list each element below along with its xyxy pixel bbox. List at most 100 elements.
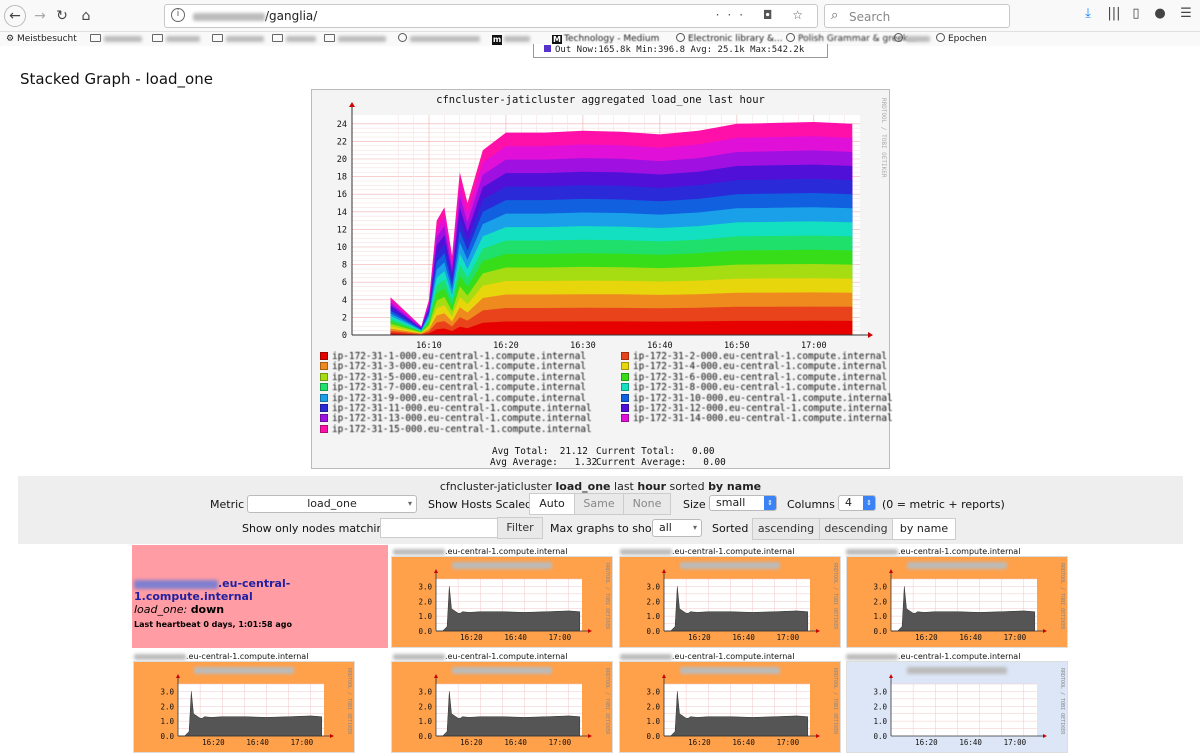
forward-icon[interactable]: → <box>30 6 50 26</box>
menu-icon[interactable]: ☰ <box>1176 6 1196 21</box>
y-tick-label: 16 <box>337 190 347 200</box>
download-icon[interactable]: ⤓ <box>1078 6 1098 21</box>
scaled-auto-button[interactable]: Auto <box>529 493 575 515</box>
metric-label: Metric <box>210 498 245 511</box>
x-axis-arrow <box>588 734 592 738</box>
browser-toolbar: ← → ↻ ⌂ i /ganglia/ ··· ◘ ☆ ⌕ Search ⤓ |… <box>0 0 1200 32</box>
globe-icon <box>894 33 903 42</box>
host-tile-label[interactable]: .eu-central-1.compute.internal <box>846 547 1020 556</box>
y-tick-label: 1.0 <box>873 717 887 726</box>
home-icon[interactable]: ⌂ <box>76 6 96 26</box>
x-tick-label: 16:40 <box>504 633 527 642</box>
y-tick-label: 2.0 <box>418 702 432 711</box>
host-suffix: .eu-central-1.compute.internal <box>898 652 1021 661</box>
sort-ascending-button[interactable]: ascending <box>752 518 820 540</box>
sorted-label: Sorted <box>712 522 749 535</box>
url-bar[interactable]: i /ganglia/ ··· ◘ ☆ <box>164 4 818 28</box>
back-icon[interactable]: ← <box>4 5 26 27</box>
y-axis-arrow <box>662 569 666 573</box>
y-tick-label: 2.0 <box>646 597 660 606</box>
y-tick-label: 2.0 <box>873 597 887 606</box>
x-axis-arrow <box>1043 629 1047 633</box>
bookmark-meistbesucht[interactable]: ⚙ Meistbesucht <box>6 32 77 46</box>
max-graphs-label: Max graphs to show <box>550 522 661 535</box>
bookmark-link[interactable] <box>398 32 480 46</box>
max-graphs-select[interactable]: all ▾ <box>652 519 702 537</box>
size-select[interactable]: small ⇕ <box>709 495 777 511</box>
y-tick-label: 1.0 <box>646 717 660 726</box>
down-metric: load_one: <box>134 603 188 616</box>
bookmark-epochen[interactable]: Epochen <box>936 32 987 46</box>
x-tick-label: 17:00 <box>777 633 800 642</box>
down-host-card[interactable]: .eu-central-1.compute.internal load_one:… <box>132 545 388 648</box>
page-actions-icon[interactable]: ··· ◘ ☆ <box>716 8 811 22</box>
metric-select[interactable]: load_one ▾ <box>247 495 417 513</box>
bookmark-folder[interactable] <box>90 32 142 46</box>
bookmark-folder[interactable] <box>152 32 200 46</box>
x-tick-label: 16:30 <box>570 341 596 351</box>
columns-value: 4 <box>845 496 852 509</box>
host-graph-tile[interactable]: RRDTOOL / TOBI OETIKER 3.0 2.0 1.0 0.0 16:20 1… <box>133 661 355 753</box>
host-graph-tile[interactable]: RRDTOOL / TOBI OETIKER 3.0 2.0 1.0 0.0 16:20 1… <box>391 661 613 753</box>
legend-swatch <box>320 352 328 360</box>
columns-select[interactable]: 4 ⇕ <box>838 495 876 511</box>
x-tick-label: 16:20 <box>688 738 711 747</box>
columns-note: (0 = metric + reports) <box>882 498 1005 511</box>
x-tick-label: 16:40 <box>732 633 755 642</box>
host-tile-label[interactable]: .eu-central-1.compute.internal <box>393 652 567 661</box>
host-graph-tile[interactable]: RRDTOOL / TOBI OETIKER 3.0 2.0 1.0 0.0 16:20 1… <box>846 556 1068 648</box>
x-tick-label: 16:40 <box>647 341 673 351</box>
page-title: Stacked Graph - load_one <box>20 70 213 88</box>
x-tick-label: 17:00 <box>291 738 314 747</box>
bookmark-folder[interactable] <box>272 32 316 46</box>
filter-button[interactable]: Filter <box>497 517 543 539</box>
x-axis-arrow <box>588 629 592 633</box>
filter-input[interactable] <box>380 518 498 538</box>
tile-chart: 3.02.01.00.016:20 16:40 17:00 <box>873 569 1047 642</box>
y-tick-label: 2.0 <box>160 702 174 711</box>
globe-icon <box>936 33 945 42</box>
sort-by-name-button[interactable]: by name <box>892 518 956 540</box>
x-tick-label: 17:00 <box>777 738 800 747</box>
host-graph-tile[interactable]: RRDTOOL / TOBI OETIKER 3.0 2.0 1.0 0.0 16:20 1… <box>391 556 613 648</box>
x-axis-arrow <box>330 734 334 738</box>
scaled-same-button[interactable]: Same <box>574 493 624 515</box>
tile-chart: 3.02.01.00.016:20 16:40 17:00 <box>418 569 592 642</box>
host-tile-label[interactable]: .eu-central-1.compute.internal <box>393 547 567 556</box>
host-graph-tile[interactable]: RRDTOOL / TOBI OETIKER 3.0 2.0 1.0 0.0 16:20 1… <box>619 556 841 648</box>
x-axis-arrow <box>868 332 873 338</box>
controls-heading: cfncluster-jaticluster load_one last hou… <box>18 480 1183 493</box>
host-tile-label[interactable]: .eu-central-1.compute.internal <box>620 652 794 661</box>
x-tick-label: 16:20 <box>915 738 938 747</box>
tile-chart: 3.02.01.00.016:20 16:40 17:00 <box>160 674 334 747</box>
library-icon[interactable]: ||| <box>1104 6 1124 21</box>
bookmark-folder[interactable] <box>212 32 264 46</box>
search-placeholder: Search <box>849 10 891 24</box>
host-suffix: .eu-central-1.compute.internal <box>186 652 309 661</box>
bookmark-link[interactable] <box>894 32 930 46</box>
host-graph-tile[interactable]: RRDTOOL / TOBI OETIKER 3.0 2.0 1.0 0.0 16:20 1… <box>619 661 841 753</box>
legend-swatch <box>320 414 328 423</box>
x-tick-label: 16:40 <box>504 738 527 747</box>
sidebar-icon[interactable]: ▯ <box>1126 6 1146 21</box>
legend-swatch <box>320 424 328 433</box>
host-tile-label[interactable]: .eu-central-1.compute.internal <box>134 652 308 661</box>
host-tile-label[interactable]: .eu-central-1.compute.internal <box>620 547 794 556</box>
sort-descending-button[interactable]: descending <box>819 518 893 540</box>
bookmark-folder[interactable] <box>324 32 386 46</box>
scaled-none-button[interactable]: None <box>623 493 671 515</box>
host-graph-tile[interactable]: RRDTOOL / TOBI OETIKER 3.0 2.0 1.0 0.0 16:20 1… <box>846 661 1068 753</box>
heading-metric: load_one <box>555 480 611 493</box>
extension-icon[interactable]: ● <box>1150 6 1170 21</box>
max-graphs-value: all <box>659 521 672 534</box>
metric-value: load_one <box>307 497 357 510</box>
bookmark-link[interactable]: m <box>492 32 530 46</box>
host-tile-label[interactable]: .eu-central-1.compute.internal <box>846 652 1020 661</box>
legend-swatch <box>320 362 328 371</box>
info-icon[interactable]: i <box>171 8 185 22</box>
y-tick-label: 0.0 <box>418 627 432 636</box>
y-tick-label: 3.0 <box>160 687 174 696</box>
search-box[interactable]: ⌕ Search <box>824 4 1010 28</box>
reload-icon[interactable]: ↻ <box>52 6 72 26</box>
x-tick-label: 16:20 <box>460 633 483 642</box>
